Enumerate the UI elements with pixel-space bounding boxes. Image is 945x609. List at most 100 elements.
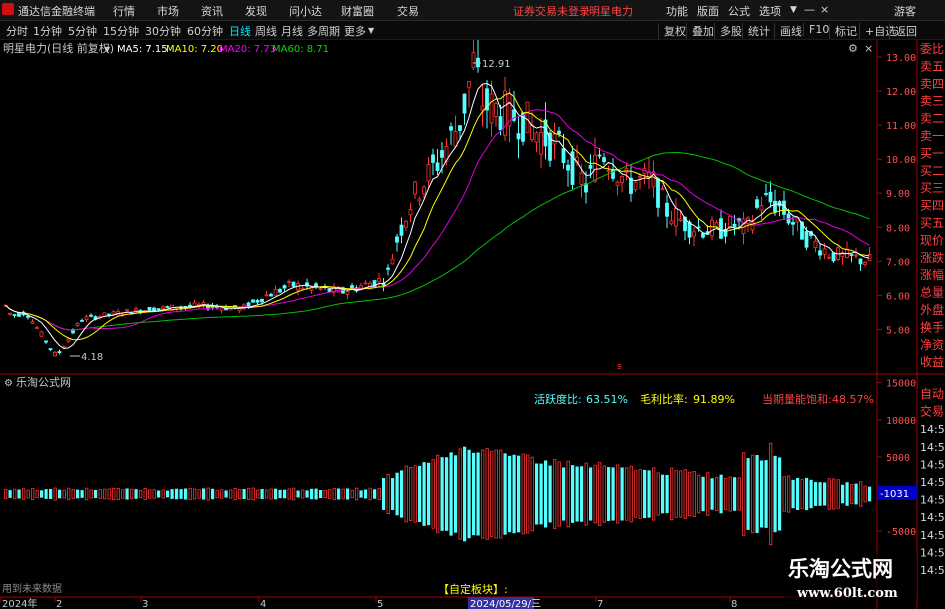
indicator-bar [301, 489, 305, 499]
more-dropdown-icon[interactable]: ▼ [368, 26, 374, 35]
candle-body [399, 224, 404, 236]
candle-body [674, 207, 678, 227]
candle-body [300, 287, 305, 290]
quote-field-label: 卖五 [920, 59, 944, 73]
indicator-bar [287, 488, 291, 500]
period-30min[interactable]: 30分钟 [145, 23, 181, 39]
ma60-line [5, 151, 870, 331]
indicator-bar [652, 467, 656, 521]
candle-body [494, 102, 498, 117]
menu-jiaoyi[interactable]: 交易 [397, 3, 419, 19]
y-tick-label: 7.00 [886, 257, 910, 268]
period-daily[interactable]: 日线 [229, 23, 251, 39]
candle-body [620, 176, 624, 183]
indicator-bar [391, 478, 395, 510]
candle-body [422, 186, 426, 195]
indicator-bar [859, 481, 863, 507]
period-monthly[interactable]: 月线 [281, 23, 303, 39]
trade-time-item[interactable]: 交易 [920, 404, 944, 419]
login-status[interactable]: 证券交易未登录 [513, 3, 590, 19]
menu-xuanxiang[interactable]: 选项 [759, 3, 781, 19]
period-multi[interactable]: 多周期 [307, 23, 340, 39]
period-1min[interactable]: 1分钟 [33, 23, 62, 39]
period-weekly[interactable]: 周线 [255, 23, 277, 39]
y-tick-label: 9.00 [886, 189, 910, 200]
chart-close-icon[interactable]: × [864, 42, 873, 55]
candle-body [665, 202, 669, 217]
candle-body [8, 312, 12, 315]
menu-caifuquan[interactable]: 财富圈 [341, 3, 374, 19]
candle-body [251, 299, 255, 303]
candle-body [692, 231, 696, 237]
period-5min[interactable]: 5分钟 [68, 23, 97, 39]
minimize-icon[interactable]: — [804, 3, 815, 16]
candle-body [435, 162, 440, 171]
indicator-bar [17, 489, 21, 499]
indicator-bar [157, 490, 161, 498]
menu-wenxiaoda[interactable]: 问小达 [289, 3, 322, 19]
indicator-bar [161, 489, 165, 499]
menu-faxian[interactable]: 发现 [245, 3, 267, 19]
trade-time-item[interactable]: 14:56 [920, 458, 945, 471]
indicator-bar [670, 467, 674, 521]
quote-field-label: 涨幅 [920, 267, 944, 282]
menu-zixun[interactable]: 资讯 [201, 3, 223, 19]
chart-dropdown-icon[interactable]: ▼ [104, 45, 111, 54]
menu-gongneng[interactable]: 功能 [666, 3, 688, 19]
trade-time-item[interactable]: 14:56 [920, 529, 945, 542]
period-fenshi[interactable]: 分时 [6, 23, 28, 39]
trade-time-item[interactable]: 14:56 [920, 564, 945, 577]
trade-time-item[interactable]: 14:56 [920, 546, 945, 559]
trade-time-item[interactable]: 14:56 [920, 423, 945, 436]
trade-time-item[interactable]: 14:56 [920, 494, 945, 507]
trade-time-item[interactable]: 14:56 [920, 511, 945, 524]
indicator-bar [341, 488, 345, 500]
indicator-bar [40, 490, 44, 498]
btn-biaoji[interactable]: 标记 [829, 23, 862, 39]
dropdown-icon[interactable]: ▼ [790, 5, 797, 15]
btn-tongji[interactable]: 统计 [742, 23, 775, 39]
indicator-settings-icon[interactable]: ⚙ [4, 378, 13, 389]
menu-gongshi[interactable]: 公式 [728, 3, 750, 19]
user-label[interactable]: 游客 [894, 3, 916, 19]
indicator-bar [71, 488, 75, 500]
btn-fanhui[interactable]: 返回 [889, 23, 922, 39]
trade-time-item[interactable]: 14:56 [920, 476, 945, 489]
indicator-bar [323, 489, 327, 499]
indicator-bar [674, 470, 678, 518]
candle-body [638, 175, 642, 178]
close-icon[interactable]: × [820, 3, 829, 16]
trade-time-item[interactable]: 自动 [920, 387, 944, 401]
trade-time-item[interactable]: 14:56 [920, 441, 945, 454]
period-more[interactable]: 更多 [344, 23, 366, 39]
indicator-bar [413, 465, 417, 523]
candle-body [327, 288, 332, 292]
ind-tick-label: 10000 [886, 416, 916, 427]
right-quote-panel: 委比卖五卖四卖三卖二卖一买一买二买三买四买五现价涨跌涨幅总量外盘换手净资收益自动… [920, 42, 945, 577]
menu-shichang[interactable]: 市场 [157, 3, 179, 19]
period-60min[interactable]: 60分钟 [187, 23, 223, 39]
indicator-bar [44, 489, 48, 499]
indicator-bar [472, 452, 476, 536]
candle-body [269, 293, 273, 297]
margin-label: 毛利比率: [640, 392, 688, 406]
indicator-bar [521, 453, 525, 535]
indicator-bar [661, 474, 665, 514]
menu-hangqing[interactable]: 行情 [113, 3, 135, 19]
period-15min[interactable]: 15分钟 [103, 23, 139, 39]
menu-banmian[interactable]: 版面 [697, 3, 719, 19]
indicator-bar [692, 471, 696, 517]
candle-body [732, 223, 737, 227]
y-tick-label: 12.00 [886, 87, 916, 98]
quote-field-label: 净资 [920, 338, 944, 352]
indicator-bar [427, 462, 431, 526]
indicator-bar [575, 466, 579, 522]
indicator-bar [710, 478, 714, 510]
indicator-bar [251, 487, 255, 501]
candle-body [345, 291, 350, 295]
quote-field-label: 买一 [920, 146, 944, 160]
indicator-bar [314, 488, 318, 500]
candle-body [413, 181, 417, 195]
settings-gear-icon[interactable]: ⚙ [848, 42, 858, 55]
indicator-bar [629, 465, 633, 523]
